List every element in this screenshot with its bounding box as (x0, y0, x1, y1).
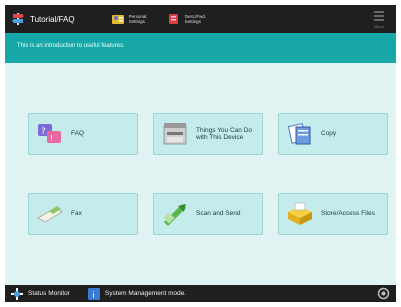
message-bar: This is an introduction to useful featur… (5, 33, 396, 63)
svg-text:!: ! (50, 134, 53, 143)
tile-store-access-files-label: Store/Access Files (321, 210, 375, 218)
tile-copy[interactable]: Copy (278, 113, 388, 155)
faq-icon: ? ! (38, 124, 61, 143)
tile-store-access-files[interactable]: Store/Access Files (278, 193, 388, 235)
info-icon: i (87, 287, 100, 300)
tile-fax[interactable]: Fax (28, 193, 138, 235)
shortcut-dest-fwd-settings[interactable]: Dest./Fwd. Settings (167, 5, 211, 33)
menu-label: Menu (373, 24, 384, 29)
app-title: Tutorial/FAQ (30, 14, 75, 24)
menu-button[interactable]: Menu (368, 8, 390, 30)
status-monitor-icon (11, 287, 23, 300)
scan-send-icon (163, 204, 186, 226)
tile-things-you-can-do[interactable]: Things You Can Do with This Device (153, 113, 263, 155)
device-icon (163, 123, 187, 145)
status-monitor-button[interactable]: Status Monitor (11, 287, 70, 300)
screen: Tutorial/FAQ Personal Settings Dest./Fwd… (5, 5, 396, 302)
tile-faq[interactable]: ? ! FAQ (28, 113, 138, 155)
dest-fwd-settings-icon (168, 14, 178, 24)
tile-scan-and-send-label: Scan and Send (196, 210, 241, 218)
menu-icon (374, 9, 384, 23)
tile-things-you-can-do-label: Things You Can Do with This Device (196, 126, 253, 142)
message-text: This is an introduction to useful featur… (17, 43, 125, 49)
tile-faq-label: FAQ (71, 130, 85, 138)
signpost-icon (12, 13, 24, 25)
tile-scan-and-send[interactable]: Scan and Send (153, 193, 263, 235)
tile-copy-label: Copy (321, 130, 337, 138)
personal-settings-icon (111, 15, 124, 24)
top-bar: Tutorial/FAQ Personal Settings Dest./Fwd… (5, 5, 396, 33)
svg-text:i: i (92, 291, 95, 300)
status-monitor-label: Status Monitor (28, 290, 70, 297)
shortcut-personal-settings[interactable]: Personal Settings (111, 5, 155, 33)
fax-icon (37, 206, 63, 223)
app-tab-tutorial-faq[interactable]: Tutorial/FAQ (5, 5, 81, 33)
store-access-files-icon (288, 202, 312, 225)
shortcut-dest-fwd-settings-label: Dest./Fwd. Settings (184, 14, 207, 24)
system-message-text: System Management mode. (104, 290, 187, 297)
copy-icon (287, 123, 311, 145)
shortcut-personal-settings-label: Personal Settings (128, 14, 147, 24)
tile-fax-label: Fax (71, 210, 82, 218)
main-area: ? ! FAQ Things You Can Do with This Devi… (5, 63, 396, 285)
bottom-bar: Status Monitor i System Management mode. (5, 285, 396, 302)
system-message: i System Management mode. (87, 287, 187, 300)
svg-text:?: ? (41, 127, 46, 137)
settings-icon[interactable] (377, 287, 390, 300)
